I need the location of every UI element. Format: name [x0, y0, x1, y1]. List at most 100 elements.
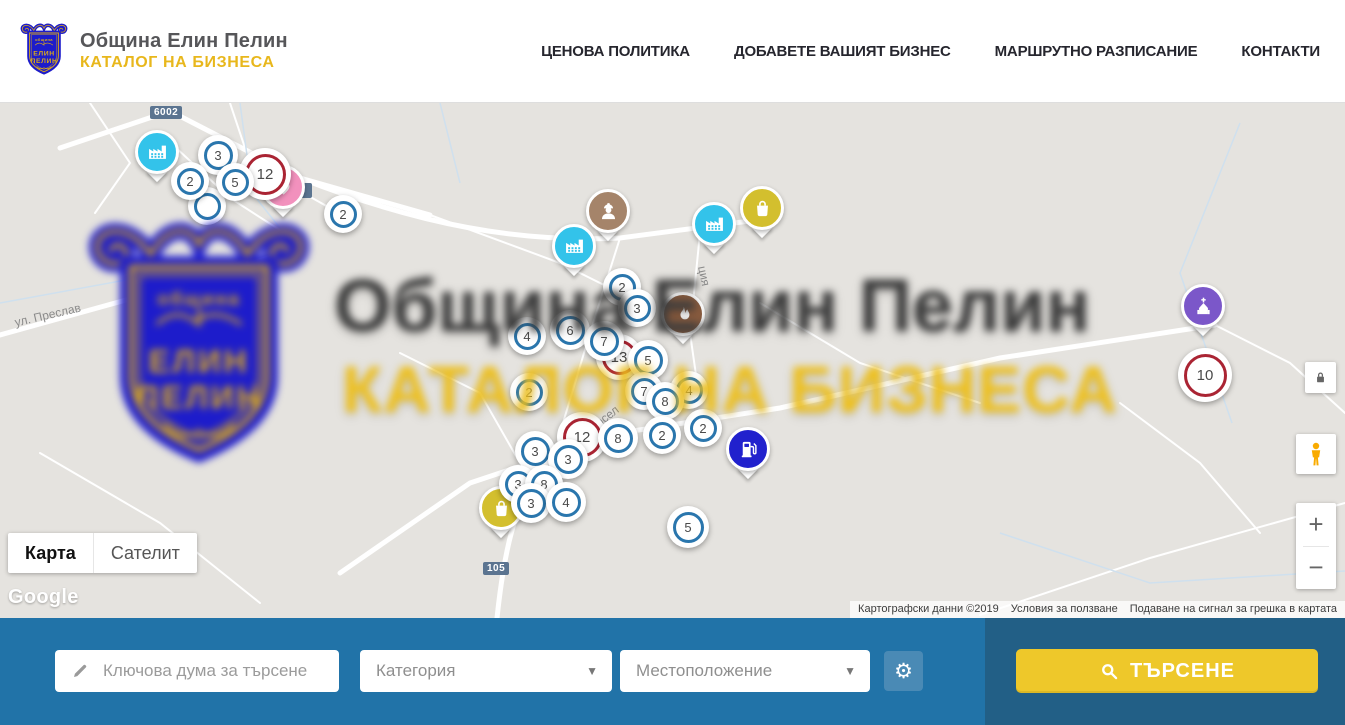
site-logo[interactable]: Община Елин Пелин КАТАЛОГ НА БИЗНЕСА — [20, 21, 288, 81]
search-button-label: ТЪРСЕНЕ — [1130, 660, 1235, 683]
cluster-ring: 3 — [521, 437, 550, 466]
factory-icon — [692, 202, 736, 246]
cluster-count: 6 — [566, 323, 573, 338]
site-title: Община Елин Пелин — [80, 29, 288, 53]
cluster-count: 3 — [214, 148, 221, 163]
cluster-ring: 2 — [177, 168, 204, 195]
lock-button[interactable] — [1305, 362, 1336, 393]
cluster-ring: 2 — [330, 201, 357, 228]
cluster-count: 5 — [644, 353, 651, 368]
search-bar: Категория ▼ Местоположение ▼ ⚙ ТЪРСЕНЕ — [0, 618, 1345, 725]
pegman-icon — [1304, 441, 1328, 467]
cluster-count: 7 — [600, 334, 607, 349]
cluster-count: 8 — [614, 431, 621, 446]
cluster-marker[interactable]: 10 — [1178, 348, 1232, 402]
cluster-marker[interactable]: 8 — [598, 418, 638, 458]
cluster-marker[interactable]: 2 — [643, 416, 681, 454]
terms-of-use-link[interactable]: Условия за ползване — [1011, 603, 1118, 615]
cluster-ring: 3 — [554, 445, 583, 474]
cluster-marker[interactable]: 3 — [511, 483, 551, 523]
location-select[interactable]: Местоположение ▼ — [620, 650, 870, 692]
map-type-satellite-button[interactable]: Сателит — [93, 533, 197, 573]
factory-pin[interactable] — [692, 202, 736, 246]
site-subtitle: КАТАЛОГ НА БИЗНЕСА — [80, 53, 288, 73]
cluster-marker[interactable]: 2 — [684, 409, 722, 447]
cluster-marker[interactable]: 5 — [216, 163, 254, 201]
cluster-ring: 7 — [590, 327, 619, 356]
factory-pin[interactable] — [552, 224, 596, 268]
cluster-marker[interactable]: 2 — [324, 195, 362, 233]
location-select-label: Местоположение — [636, 661, 772, 681]
bag-icon — [740, 186, 784, 230]
bag-pin[interactable] — [740, 186, 784, 230]
flame-pin[interactable] — [661, 292, 705, 336]
cluster-count: 4 — [685, 383, 692, 398]
zoom-in-button[interactable]: + — [1296, 503, 1336, 546]
cluster-ring: 5 — [673, 512, 704, 543]
cluster-count: 4 — [562, 495, 569, 510]
cluster-ring: 4 — [514, 323, 541, 350]
cluster-count: 2 — [658, 428, 665, 443]
nav-item-pricing[interactable]: ЦЕНОВА ПОЛИТИКА — [541, 43, 690, 60]
category-select[interactable]: Категория ▼ — [360, 650, 612, 692]
cluster-marker[interactable]: 5 — [667, 506, 709, 548]
search-button[interactable]: ТЪРСЕНЕ — [1016, 649, 1318, 693]
nav-item-route-schedule[interactable]: МАРШРУТНО РАЗПИСАНИЕ — [995, 43, 1198, 60]
map-canvas[interactable]: 32125223641375247821282333834510 Община … — [0, 103, 1345, 618]
cluster-ring: 3 — [517, 489, 546, 518]
cluster-marker[interactable]: 3 — [618, 289, 656, 327]
main-nav: ЦЕНОВА ПОЛИТИКА ДОБАВЕТЕ ВАШИЯТ БИЗНЕС МАР… — [541, 0, 1320, 103]
cluster-count: 2 — [339, 207, 346, 222]
google-logo[interactable]: Google — [8, 586, 79, 609]
map-type-map-button[interactable]: Карта — [8, 533, 93, 573]
cluster-count: 5 — [231, 175, 238, 190]
cluster-ring: 8 — [604, 424, 633, 453]
advanced-settings-button[interactable]: ⚙ — [884, 651, 923, 691]
cluster-ring: 6 — [556, 316, 585, 345]
cluster-count: 2 — [186, 174, 193, 189]
nav-item-add-business[interactable]: ДОБАВЕТЕ ВАШИЯТ БИЗНЕС — [734, 43, 951, 60]
cluster-marker[interactable]: 4 — [508, 317, 546, 355]
cluster-ring: 5 — [222, 169, 249, 196]
factory-pin[interactable] — [135, 130, 179, 174]
cluster-ring: 8 — [652, 388, 679, 415]
cluster-count: 8 — [661, 394, 668, 409]
cluster-marker[interactable]: 7 — [584, 321, 624, 361]
fuel-pin[interactable] — [726, 427, 770, 471]
cluster-ring: 2 — [516, 379, 543, 406]
report-map-error-link[interactable]: Подаване на сигнал за грешка в картата — [1130, 603, 1337, 615]
municipality-crest-icon — [20, 21, 68, 81]
cluster-marker[interactable]: 8 — [646, 382, 684, 420]
cluster-count: 3 — [564, 452, 571, 467]
keyword-search-input[interactable] — [101, 650, 339, 692]
category-select-label: Категория — [376, 661, 455, 681]
map-attribution: Картографски данни ©2019 Условия за полз… — [850, 601, 1345, 618]
zoom-control: + − — [1296, 503, 1336, 589]
flame-icon — [661, 292, 705, 336]
cluster-count: 2 — [525, 385, 532, 400]
zoom-out-button[interactable]: − — [1296, 547, 1336, 590]
cluster-ring: 10 — [1184, 354, 1227, 397]
street-view-pegman-button[interactable] — [1296, 434, 1336, 474]
factory-icon — [135, 130, 179, 174]
header: Община Елин Пелин КАТАЛОГ НА БИЗНЕСА ЦЕН… — [0, 0, 1345, 103]
chevron-down-icon: ▼ — [844, 664, 856, 678]
cluster-ring: 5 — [634, 346, 663, 375]
keyword-field — [55, 650, 339, 692]
factory-icon — [552, 224, 596, 268]
cluster-ring: 4 — [552, 488, 581, 517]
page: Община Елин Пелин КАТАЛОГ НА БИЗНЕСА ЦЕН… — [0, 0, 1345, 725]
cluster-ring: 2 — [649, 422, 676, 449]
cluster-marker[interactable]: 2 — [171, 162, 209, 200]
cluster-count: 12 — [257, 166, 274, 183]
church-pin[interactable] — [1181, 284, 1225, 328]
chevron-down-icon: ▼ — [586, 664, 598, 678]
pencil-icon — [71, 662, 89, 680]
road-shield-label: 105 — [483, 562, 509, 575]
fuel-icon — [726, 427, 770, 471]
road-shield-label: 6002 — [150, 106, 182, 119]
cluster-marker[interactable]: 4 — [546, 482, 586, 522]
cluster-count: 5 — [684, 520, 691, 535]
cluster-marker[interactable]: 2 — [510, 373, 548, 411]
nav-item-contacts[interactable]: КОНТАКТИ — [1241, 43, 1320, 60]
